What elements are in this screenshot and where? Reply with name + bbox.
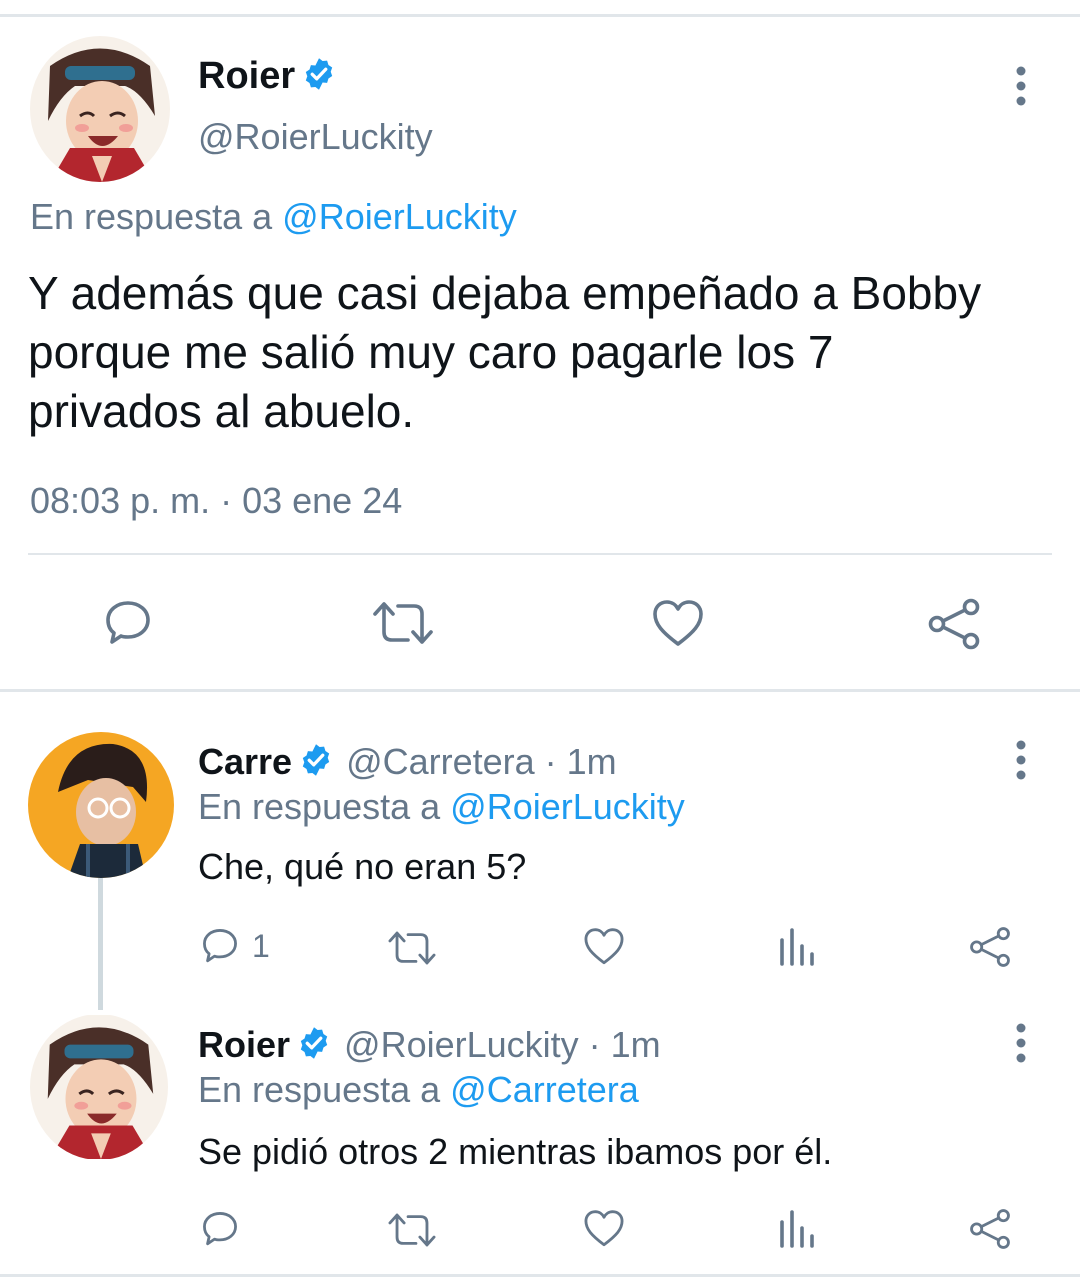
share-icon[interactable] [968, 1208, 1012, 1250]
tweet-text-line: porque me salió muy caro pagarle los 7 [28, 326, 834, 378]
top-divider [0, 14, 1080, 17]
thread-line [98, 878, 103, 1010]
tweet-timestamp[interactable]: 08:03 p. m. · 03 ene 24 [30, 480, 402, 522]
verified-badge-icon [296, 1025, 332, 1066]
share-icon[interactable] [968, 926, 1012, 968]
bottom-divider [0, 1274, 1080, 1277]
reply-to-link[interactable]: @RoierLuckity [282, 196, 517, 237]
author-name[interactable]: Roier [198, 1024, 290, 1066]
reply-to-link[interactable]: @Carretera [450, 1069, 639, 1110]
section-divider [0, 689, 1080, 692]
more-options-icon[interactable] [1010, 66, 1032, 106]
like-icon[interactable] [650, 598, 706, 650]
reply-count: 1 [252, 927, 270, 964]
reply-icon[interactable] [198, 1208, 242, 1250]
like-icon[interactable] [582, 926, 626, 968]
reply-text: Che, qué no eran 5? [198, 846, 527, 887]
views-icon[interactable] [778, 1208, 816, 1248]
tweet-text-line: Y además que casi dejaba empeñado a Bobb… [28, 267, 982, 319]
retweet-icon[interactable] [386, 928, 438, 968]
views-icon[interactable] [778, 926, 816, 966]
more-options-icon[interactable] [1010, 1023, 1032, 1063]
reply-action[interactable]: 1 [198, 924, 270, 968]
tweet-text-line: privados al abuelo. [28, 385, 415, 437]
avatar[interactable] [28, 732, 174, 878]
reply-context: En respuesta a @RoierLuckity [198, 786, 685, 828]
author-handle-time[interactable]: @RoierLuckity · 1m [344, 1024, 661, 1066]
reply-prefix: En respuesta a [198, 1069, 441, 1110]
reply-prefix: En respuesta a [30, 196, 273, 237]
author-name[interactable]: Roier [198, 55, 295, 98]
reply-to-link[interactable]: @RoierLuckity [450, 786, 685, 827]
retweet-icon[interactable] [386, 1210, 438, 1250]
tweet-text: Y además que casi dejaba empeñado a Bobb… [28, 264, 981, 441]
author-name[interactable]: Carre [198, 741, 292, 783]
reply-header: Carre @Carretera · 1m [198, 740, 617, 784]
avatar[interactable] [30, 36, 170, 182]
verified-badge-icon [298, 742, 334, 783]
share-icon[interactable] [926, 598, 982, 650]
more-options-icon[interactable] [1010, 740, 1032, 780]
author-handle[interactable]: @RoierLuckity [198, 116, 433, 158]
avatar[interactable] [30, 1014, 168, 1160]
author-handle-time[interactable]: @Carretera · 1m [346, 741, 617, 783]
reply-context: En respuesta a @Carretera [198, 1069, 639, 1111]
reply-icon [198, 925, 242, 967]
reply-header: Roier @RoierLuckity · 1m [198, 1023, 661, 1067]
reply-prefix: En respuesta a [198, 786, 441, 827]
reply-icon[interactable] [100, 596, 156, 650]
verified-badge-icon [301, 56, 337, 97]
author-name-row: Roier [198, 54, 337, 98]
stats-divider [28, 553, 1052, 555]
like-icon[interactable] [582, 1208, 626, 1250]
reply-text: Se pidió otros 2 mientras ibamos por él. [198, 1131, 833, 1172]
retweet-icon[interactable] [370, 598, 436, 648]
reply-context: En respuesta a @RoierLuckity [30, 196, 517, 238]
